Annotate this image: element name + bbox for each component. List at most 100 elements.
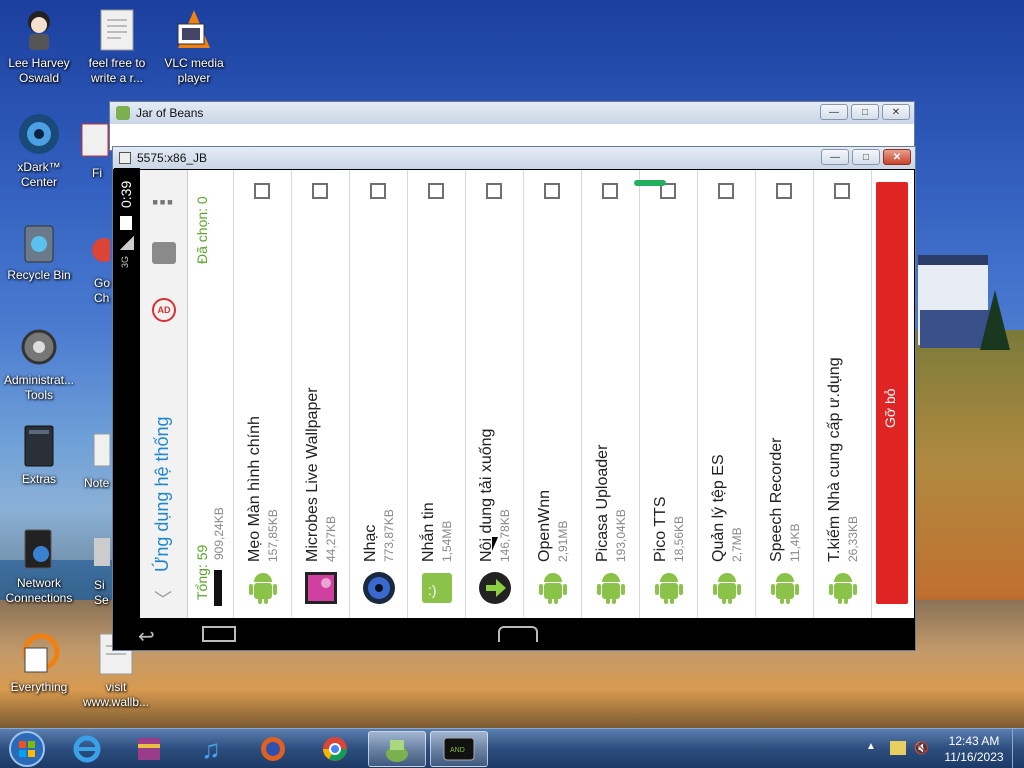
desktop-icon-feel-free[interactable]: feel free to write a r... <box>79 8 155 86</box>
android-robot-icon <box>710 571 744 605</box>
window-title: 5575:x86_JB <box>137 151 208 165</box>
uninstall-button[interactable]: Gỡ bỏ <box>876 182 908 604</box>
app-checkbox[interactable] <box>486 183 502 199</box>
svg-text:AND: AND <box>450 747 465 754</box>
app-size: 2,7MB <box>730 527 744 562</box>
close-button[interactable]: ✕ <box>882 104 910 120</box>
android-emulator-icon: AND <box>443 737 475 761</box>
app-name: Picasa Uploader <box>594 444 611 562</box>
signal-icon <box>120 236 134 250</box>
back-icon[interactable]: ↩ <box>138 624 155 649</box>
summary-column: Đã chọn: 0 Tổng: 59 909,24KB <box>188 170 234 618</box>
recycle-bin-icon <box>17 220 61 264</box>
android-robot-icon <box>652 571 686 605</box>
android-screen: ▪▪▪ AD Ứng dụng hệ thống ﹀ Đã chọn: 0 Tổ… <box>140 170 914 618</box>
system-clock[interactable]: 12:43 AM 11/16/2023 <box>938 733 1010 765</box>
screen-title: Ứng dụng hệ thống <box>152 416 172 572</box>
android-robot-icon <box>246 571 280 605</box>
desktop-icon-xdark[interactable]: xDark™ Center <box>1 112 77 190</box>
taskbar-android-emulator[interactable]: AND <box>430 731 488 767</box>
app-name: Microbes Live Wallpaper <box>304 387 321 562</box>
document-icon <box>73 428 117 472</box>
home-icon[interactable] <box>498 626 538 642</box>
desktop-icon-lee-harvey-oswald[interactable]: Lee Harvey Oswald <box>1 8 77 86</box>
overflow-menu-icon[interactable]: ▪▪▪ <box>152 192 174 213</box>
show-desktop-button[interactable] <box>1012 729 1024 768</box>
list-item[interactable]: Nhạc 773,87KB <box>350 170 408 618</box>
volume-muted-icon[interactable]: 🔇 <box>914 741 930 755</box>
app-size: 157,85KB <box>266 509 280 562</box>
app-checkbox[interactable] <box>776 183 792 199</box>
desktop-icon-label: Lee Harvey Oswald <box>8 56 70 85</box>
tray-app-icon[interactable] <box>890 741 906 755</box>
chevron-down-icon[interactable]: ﹀ <box>154 586 172 612</box>
start-button[interactable] <box>0 731 54 767</box>
desktop-icon-label: visit www.wallb... <box>82 680 150 709</box>
taskbar-chrome[interactable] <box>306 731 364 767</box>
app-checkbox[interactable] <box>312 183 328 199</box>
app-name: Mẹo Màn hình chính <box>246 416 263 562</box>
taskbar-internet-explorer[interactable] <box>58 731 116 767</box>
firefox-icon <box>261 737 285 761</box>
list-item[interactable]: Pico TTS 18,56KB <box>640 170 698 618</box>
list-item[interactable]: OpenWnn 2,91MB <box>524 170 582 618</box>
app-checkbox[interactable] <box>718 183 734 199</box>
taskbar-jar-of-beans[interactable] <box>368 731 426 767</box>
jar-of-beans-icon <box>386 740 408 762</box>
desktop-icon-label: VLC media player <box>164 56 224 85</box>
desktop-icon-recycle-bin[interactable]: Recycle Bin <box>1 220 77 283</box>
list-item[interactable]: T.kiếm Nhà cung cấp ư.dụng 26,33KB <box>814 170 872 618</box>
list-item[interactable]: Quản lý tệp ES 2,7MB <box>698 170 756 618</box>
recent-apps-icon[interactable] <box>202 626 236 642</box>
partial-app-icon <box>214 570 222 606</box>
clock-date: 11/16/2023 <box>944 750 1004 764</box>
close-button[interactable]: ✕ <box>883 149 911 165</box>
uninstall-label: Gỡ bỏ <box>882 388 898 428</box>
chrome-icon <box>323 737 347 761</box>
desktop-icon-network[interactable]: Network Connections <box>1 528 77 606</box>
recycle-icon[interactable] <box>152 242 176 264</box>
emulator-titlebar[interactable]: 5575:x86_JB <box>113 147 915 169</box>
status-network-type: 3G <box>120 255 130 268</box>
mouse-cursor-icon <box>492 537 498 551</box>
total-count: Tổng: 59 <box>194 544 210 600</box>
desktop-icon-everything[interactable]: Everything <box>1 632 77 695</box>
android-robot-icon <box>826 571 860 605</box>
app-checkbox[interactable] <box>428 183 444 199</box>
app-checkbox[interactable] <box>834 183 850 199</box>
network-icon <box>17 528 61 572</box>
app-checkbox[interactable] <box>544 183 560 199</box>
minimize-button[interactable]: — <box>821 149 849 165</box>
taskbar-firefox[interactable] <box>244 731 302 767</box>
minimize-button[interactable]: — <box>820 104 848 120</box>
ad-block-icon[interactable]: AD <box>152 298 176 322</box>
desktop-icon-label: feel free to write a r... <box>88 56 146 85</box>
app-icon <box>73 530 117 574</box>
app-name: Nhắn tin <box>420 502 437 562</box>
window-titlebar[interactable]: Jar of Beans <box>110 102 914 124</box>
list-item[interactable]: Nhắn tin 1,54MB:) <box>408 170 466 618</box>
list-item[interactable]: Speech Recorder 11,4KB <box>756 170 814 618</box>
taskbar-itunes[interactable]: ♫ <box>182 731 240 767</box>
jar-of-beans-window: Jar of Beans — □ ✕ <box>109 101 915 151</box>
clock-time: 12:43 AM <box>948 734 1000 748</box>
windows-start-icon <box>9 731 45 767</box>
tray-expand-icon[interactable]: ▲ <box>866 741 876 752</box>
app-checkbox[interactable] <box>602 183 618 199</box>
list-item[interactable]: Mẹo Màn hình chính 157,85KB <box>234 170 292 618</box>
maximize-button[interactable]: □ <box>851 104 879 120</box>
taskbar-winrar[interactable] <box>120 731 178 767</box>
app-checkbox[interactable] <box>254 183 270 199</box>
desktop-icon-extras[interactable]: Extras <box>1 424 77 487</box>
app-name: Speech Recorder <box>768 437 785 562</box>
desktop-icon-admin-tools[interactable]: Administrat... Tools <box>1 325 77 403</box>
list-item[interactable]: Picasa Uploader 193,04KB <box>582 170 640 618</box>
jar-of-beans-icon <box>116 106 130 120</box>
messaging-icon: :) <box>420 571 454 605</box>
app-name: OpenWnn <box>536 489 553 562</box>
app-name: Nhạc <box>362 524 379 562</box>
app-checkbox[interactable] <box>370 183 386 199</box>
list-item[interactable]: Microbes Live Wallpaper 44,27KB <box>292 170 350 618</box>
desktop-icon-vlc[interactable]: VLC media player <box>156 8 232 86</box>
maximize-button[interactable]: □ <box>852 149 880 165</box>
